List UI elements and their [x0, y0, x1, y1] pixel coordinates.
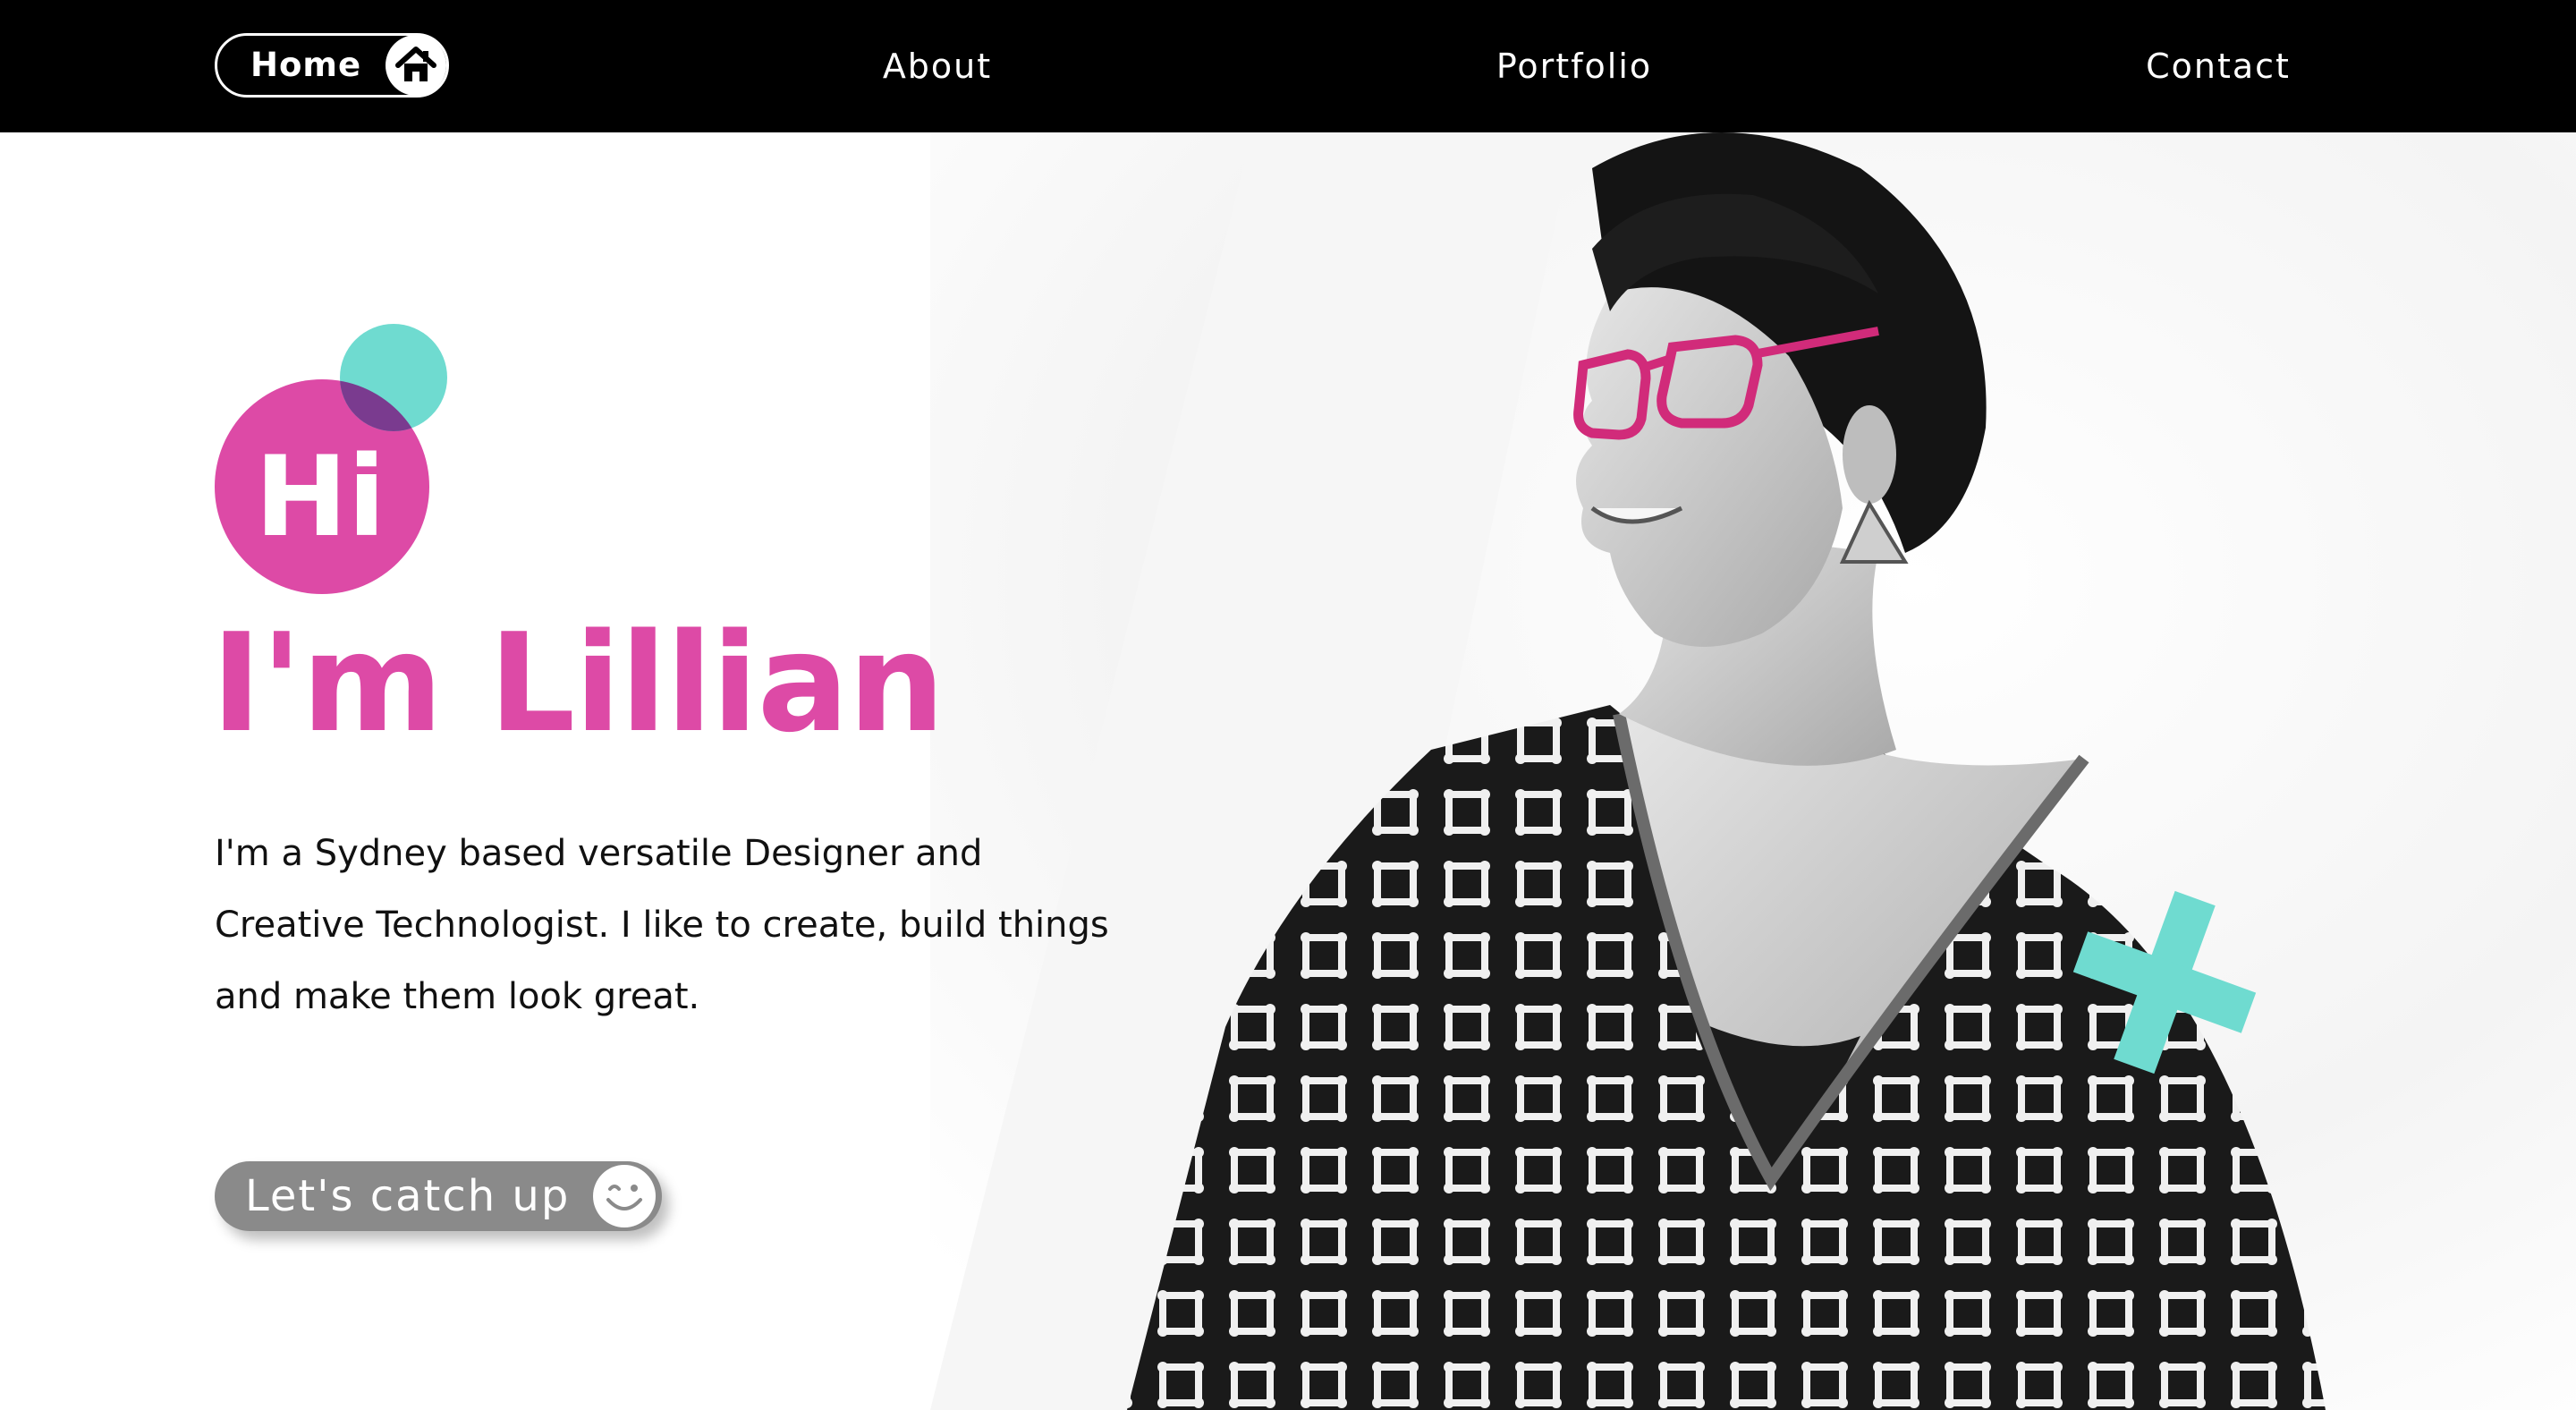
- page-title: I'm Lillian: [211, 604, 945, 762]
- lets-catch-up-button[interactable]: Let's catch up: [215, 1161, 662, 1231]
- cta-label: Let's catch up: [245, 1171, 571, 1221]
- hero-portrait-photo: [930, 132, 2576, 1410]
- intro-paragraph: I'm a Sydney based versatile Designer an…: [215, 833, 1109, 1017]
- page: Home About Portfolio Contact Hi I'm Lill…: [0, 0, 2576, 1410]
- hi-badge-text: Hi: [255, 433, 386, 562]
- nav-contact-link[interactable]: Contact: [2120, 33, 2317, 99]
- nav-home-label: Home: [250, 46, 362, 84]
- winking-smiley-icon: [592, 1164, 657, 1228]
- nav-about-link[interactable]: About: [848, 33, 1027, 99]
- nav-home-button[interactable]: Home: [215, 33, 449, 98]
- nav-portfolio-link[interactable]: Portfolio: [1467, 33, 1682, 99]
- house-icon: [386, 35, 446, 96]
- top-nav: Home About Portfolio Contact: [0, 0, 2576, 132]
- hi-badge: Hi: [215, 324, 449, 594]
